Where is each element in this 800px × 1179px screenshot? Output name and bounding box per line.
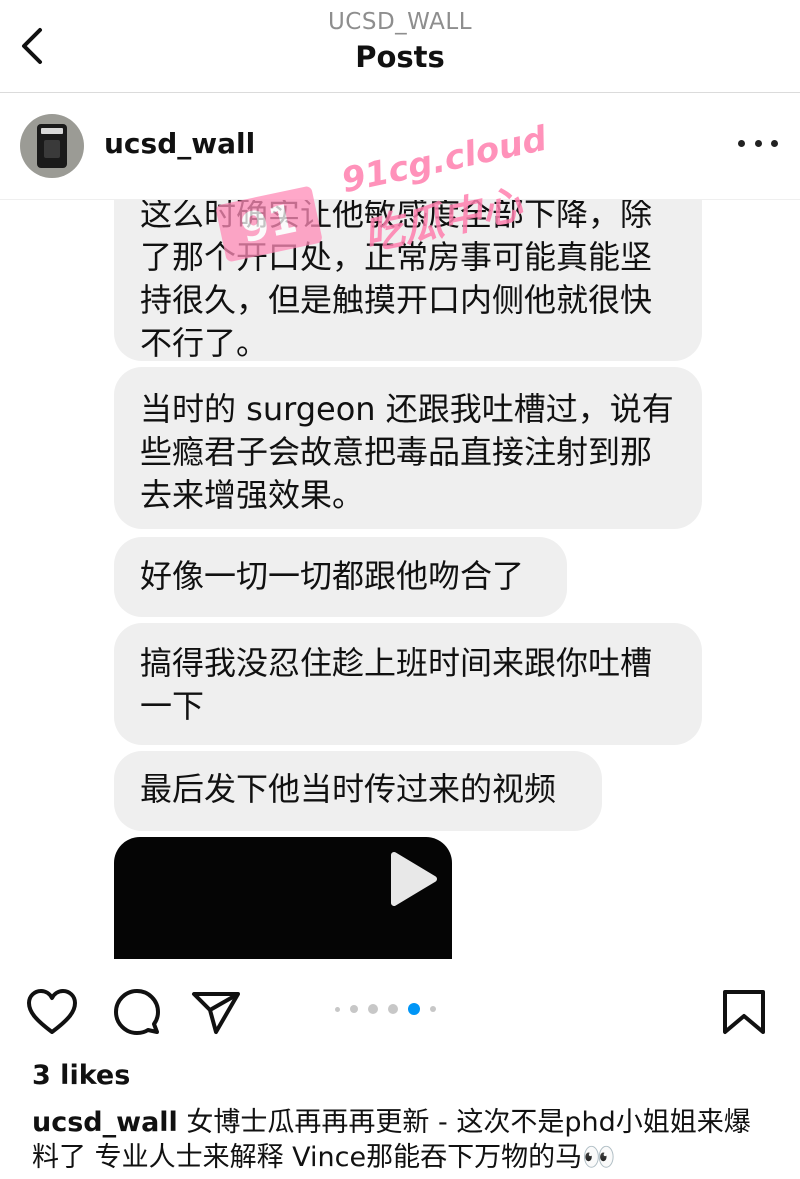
ellipsis-icon — [738, 139, 745, 147]
post-header: ucsd_wall — [0, 93, 800, 200]
header-account-name: UCSD_WALL — [327, 9, 473, 35]
message-bubble: 这么时确实让他敏感度全部下降，除了那个开口处，正常房事可能真能坚持很久，但是触摸… — [114, 199, 702, 362]
comment-button[interactable] — [110, 988, 162, 1036]
action-bar — [0, 960, 800, 1060]
post-caption: ucsd_wall 女博士瓜再再再更新 - 这次不是phd小姐姐来爆料了 专业人… — [32, 1105, 772, 1175]
carousel-dot — [350, 1005, 358, 1013]
top-bar: UCSD_WALL Posts — [0, 0, 800, 93]
page-title: Posts — [355, 40, 445, 74]
video-message[interactable] — [114, 837, 452, 959]
carousel-dot — [335, 1006, 340, 1012]
message-bubble: 好像一切一切都跟他吻合了 — [114, 537, 567, 617]
like-button[interactable] — [26, 988, 78, 1036]
message-bubble: 搞得我没忍住趁上班时间来跟你吐槽一下 — [114, 623, 702, 745]
carousel-dot-active — [408, 1003, 420, 1015]
message-bubble: 最后发下他当时传过来的视频 — [114, 751, 602, 831]
message-bubble: 当时的 surgeon 还跟我吐槽过，说有些瘾君子会故意把毒品直接注射到那去来增… — [114, 367, 702, 529]
likes-count[interactable]: 3 likes — [32, 1060, 130, 1091]
post-username[interactable]: ucsd_wall — [104, 127, 255, 160]
comment-icon — [114, 989, 160, 1035]
save-button[interactable] — [718, 988, 770, 1036]
caption-username[interactable]: ucsd_wall — [32, 1107, 178, 1138]
play-icon — [391, 852, 437, 906]
carousel-dot — [430, 1006, 436, 1012]
more-options-button[interactable] — [738, 131, 778, 155]
carousel-dot — [368, 1004, 378, 1014]
carousel-dot — [388, 1004, 398, 1014]
screenshot-chat-area: 这么时确实让他敏感度全部下降，除了那个开口处，正常房事可能真能坚持很久，但是触摸… — [0, 199, 800, 959]
bookmark-icon — [723, 990, 765, 1034]
heart-icon — [27, 989, 77, 1034]
share-icon — [192, 992, 240, 1034]
avatar[interactable] — [20, 114, 84, 178]
carousel-indicator — [335, 1002, 445, 1016]
share-button[interactable] — [190, 988, 242, 1036]
